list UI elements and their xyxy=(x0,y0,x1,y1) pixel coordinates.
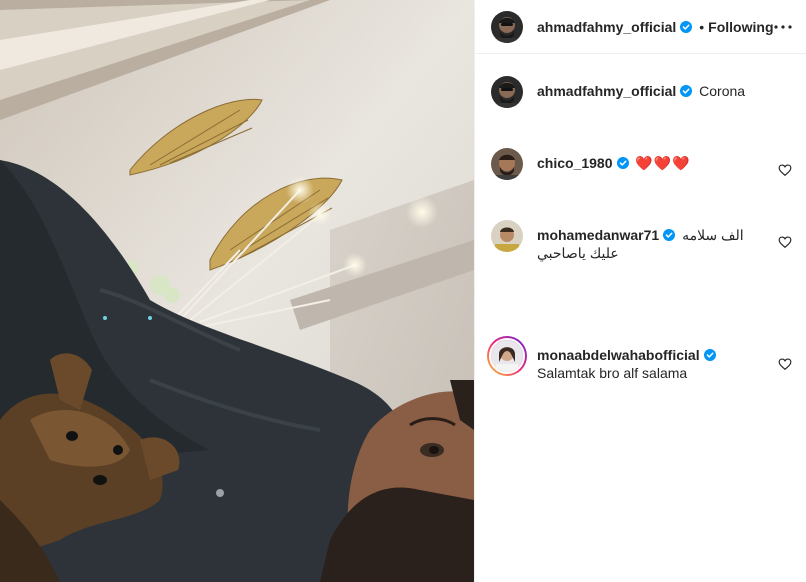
caption-avatar[interactable] xyxy=(491,76,523,108)
comment-row: mohamedanwar71 الف سلامه عليك ياصاحبي xyxy=(491,220,792,262)
like-comment-heart-icon[interactable] xyxy=(778,163,792,177)
caption-text: Corona xyxy=(699,83,746,99)
verified-badge-icon xyxy=(680,20,693,33)
comment-username[interactable]: monaabdelwahabofficial xyxy=(537,347,700,363)
verified-badge-icon xyxy=(616,157,629,169)
comment-text: Salamtak bro alf salama xyxy=(537,365,688,381)
author-avatar[interactable] xyxy=(491,10,523,43)
comment-text-line-2: عليك ياصاحبي xyxy=(537,245,619,261)
header-name-row: ahmadfahmy_official • Following xyxy=(537,19,774,35)
post-header: ahmadfahmy_official • Following xyxy=(475,0,806,54)
more-options-icon[interactable] xyxy=(774,15,793,39)
comment-text-line-1: الف سلامه xyxy=(682,227,744,243)
author-username[interactable]: ahmadfahmy_official xyxy=(537,19,676,35)
comment-row: chico_1980 ❤️❤️❤️ xyxy=(491,148,792,180)
comment-body: monaabdelwahabofficial Salamtak bro alf … xyxy=(537,340,792,382)
caption-username[interactable]: ahmadfahmy_official xyxy=(537,83,676,99)
like-comment-heart-icon[interactable] xyxy=(778,235,792,249)
like-comment-heart-icon[interactable] xyxy=(778,357,792,371)
comment-row: monaabdelwahabofficial Salamtak bro alf … xyxy=(487,336,792,382)
commenter-avatar-story-ring[interactable] xyxy=(487,336,527,376)
commenter-avatar[interactable] xyxy=(491,220,523,252)
caption-body: ahmadfahmy_official Corona xyxy=(537,76,792,100)
comment-username[interactable]: mohamedanwar71 xyxy=(537,227,659,243)
comment-text: ❤️❤️❤️ xyxy=(635,155,691,171)
comment-body: mohamedanwar71 الف سلامه عليك ياصاحبي xyxy=(537,220,792,262)
comments-list: ahmadfahmy_official Corona chico_1980 ❤️… xyxy=(475,54,806,582)
comment-body: chico_1980 ❤️❤️❤️ xyxy=(537,148,792,172)
verified-badge-icon xyxy=(663,229,676,241)
post-photo xyxy=(0,0,474,582)
comment-username[interactable]: chico_1980 xyxy=(537,155,613,171)
separator-dot: • xyxy=(699,18,705,35)
post-detail-panel: ahmadfahmy_official • Following ahmadfah… xyxy=(474,0,806,582)
caption-row: ahmadfahmy_official Corona xyxy=(491,76,792,108)
verified-badge-icon xyxy=(680,85,693,97)
photo-illustration xyxy=(0,0,474,582)
verified-badge-icon xyxy=(703,349,716,361)
following-button[interactable]: Following xyxy=(708,19,773,35)
commenter-avatar[interactable] xyxy=(491,148,523,180)
